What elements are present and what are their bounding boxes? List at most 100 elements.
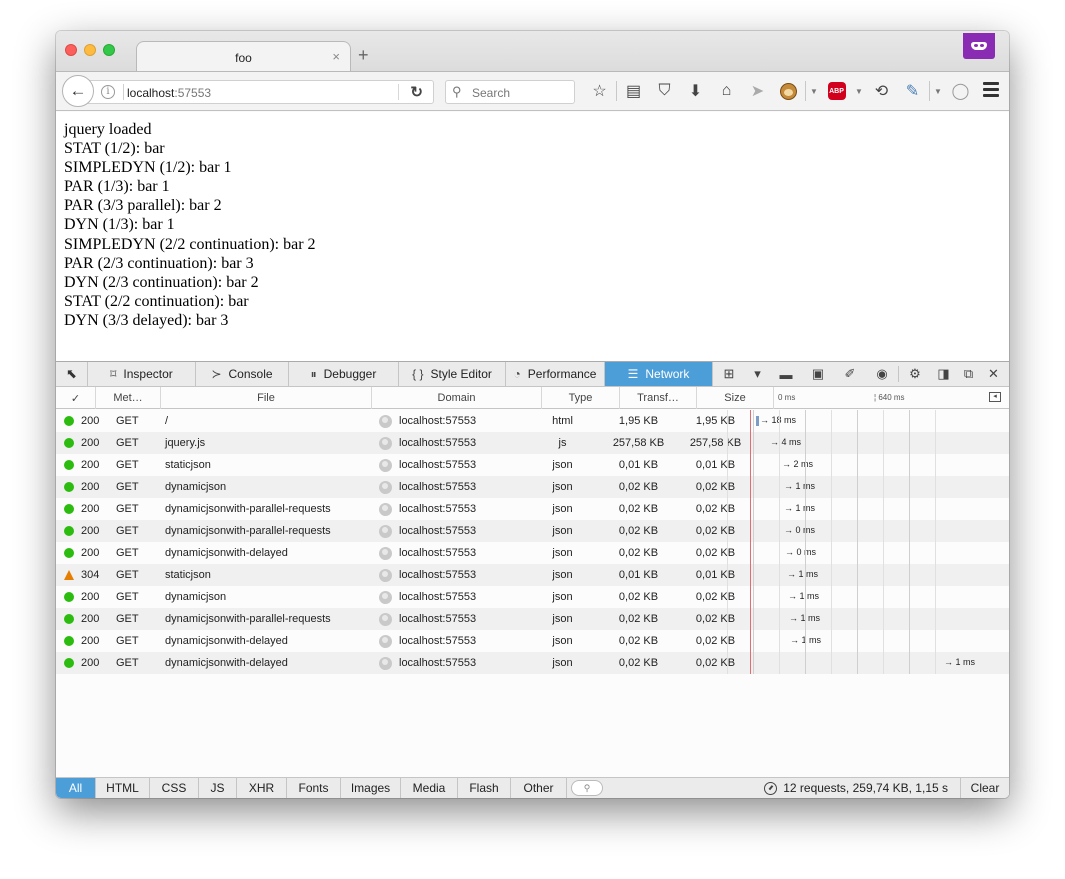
column-file[interactable]: File — [161, 387, 372, 409]
url-bar[interactable]: i localhost:57553 ↻ — [86, 80, 434, 104]
print-edit-icon[interactable]: ✎ — [897, 78, 928, 104]
filter-css[interactable]: CSS — [150, 778, 199, 798]
table-row[interactable]: 200 GET dynamicjsonwith-parallel-requests l… — [56, 608, 1009, 630]
column-transferred[interactable]: Transf… — [620, 387, 697, 409]
globe-icon — [379, 480, 392, 494]
settings-gear-icon[interactable]: ⚙ — [899, 362, 931, 386]
frame-select-icon[interactable]: ⊞ — [713, 362, 745, 386]
filter-other[interactable]: Other — [511, 778, 567, 798]
table-row[interactable]: 200 GET staticjson localhost:57553 json 0,01 … — [56, 454, 1009, 476]
close-devtools-icon[interactable]: ✕ — [981, 362, 1006, 386]
search-input[interactable]: ⚲ Search — [445, 80, 575, 104]
file-cell: dynamicjsonwith-delayed — [165, 547, 288, 559]
reload-icon[interactable]: ↻ — [410, 83, 423, 101]
close-window-button[interactable] — [65, 44, 77, 56]
dropdown-arrow-icon[interactable]: ▼ — [852, 78, 866, 104]
dropdown-arrow-icon[interactable]: ▼ — [807, 78, 821, 104]
column-method[interactable]: Met… — [96, 387, 161, 409]
column-domain[interactable]: Domain — [372, 387, 542, 409]
dropdown-arrow-icon[interactable]: ▾ — [745, 362, 770, 386]
element-picker-icon[interactable]: ⬉ — [56, 362, 88, 386]
greasemonkey-icon[interactable] — [773, 78, 804, 104]
status-code: 200 — [81, 547, 100, 559]
dock-side-icon[interactable]: ◨ — [931, 362, 956, 386]
filter-js[interactable]: JS — [199, 778, 237, 798]
responsive-mode-icon[interactable]: ▣ — [802, 362, 834, 386]
table-row[interactable]: 200 GET dynamicjsonwith-parallel-requests l… — [56, 498, 1009, 520]
type-cell: json — [552, 547, 573, 559]
reading-list-icon[interactable]: ▤ — [618, 78, 649, 104]
method-cell: GET — [116, 547, 139, 559]
waterfall-tick-640: ¦ 640 ms — [874, 393, 905, 402]
table-row[interactable]: 304 GET staticjson localhost:57553 json 0,01 … — [56, 564, 1009, 586]
menu-icon[interactable] — [983, 82, 999, 100]
chat-bubble-icon[interactable]: ◯ — [945, 78, 976, 104]
dropdown-arrow-icon[interactable]: ▼ — [931, 78, 945, 104]
browser-tab[interactable]: foo × — [136, 41, 351, 73]
status-ok-icon — [64, 460, 74, 470]
split-console-icon[interactable]: ▬ — [770, 362, 802, 386]
table-row[interactable]: 200 GET jquery.js localhost:57553 js 257,58 K… — [56, 432, 1009, 454]
tab-console[interactable]: ≻ Console — [196, 362, 289, 386]
tab-inspector[interactable]: ⌑ Inspector — [88, 362, 196, 386]
back-button[interactable]: ← — [62, 75, 94, 107]
content-line: SIMPLEDYN (2/2 continuation): bar 2 — [64, 235, 316, 253]
table-row[interactable]: 200 GET dynamicjson localhost:57553 json 0,02… — [56, 586, 1009, 608]
filter-fonts[interactable]: Fonts — [287, 778, 341, 798]
file-cell: dynamicjson — [165, 591, 227, 603]
column-size[interactable]: Size — [697, 387, 774, 409]
table-row[interactable]: 200 GET / localhost:57553 html 1,95 KB 1,95 KB… — [56, 410, 1009, 432]
search-icon: ⚲ — [452, 84, 462, 99]
waterfall-cell: → 1 ms — [754, 564, 1009, 586]
tab-style-editor[interactable]: { } Style Editor — [399, 362, 506, 386]
minimize-window-button[interactable] — [84, 44, 96, 56]
send-icon[interactable]: ➤ — [742, 78, 773, 104]
filter-xhr[interactable]: XHR — [237, 778, 287, 798]
waterfall-cell: → 1 ms — [754, 586, 1009, 608]
table-row[interactable]: 200 GET dynamicjsonwith-delayed localhost:5… — [56, 542, 1009, 564]
adblock-plus-icon[interactable]: ABP — [821, 78, 852, 104]
filter-flash[interactable]: Flash — [458, 778, 511, 798]
download-icon[interactable]: ⬇ — [680, 78, 711, 104]
column-type[interactable]: Type — [542, 387, 620, 409]
eyedropper-icon[interactable]: ✐ — [834, 362, 866, 386]
filter-html[interactable]: HTML — [96, 778, 150, 798]
tab-debugger[interactable]: ⏸ Debugger — [289, 362, 399, 386]
home-icon[interactable]: ⌂ — [711, 78, 742, 104]
collapse-waterfall-icon[interactable]: ◂ — [989, 392, 1001, 402]
filter-all[interactable]: All — [56, 778, 96, 798]
zoom-window-button[interactable] — [103, 44, 115, 56]
table-row[interactable]: 200 GET dynamicjson localhost:57553 json 0,02… — [56, 476, 1009, 498]
table-row[interactable]: 200 GET dynamicjsonwith-parallel-requests l… — [56, 520, 1009, 542]
method-cell: GET — [116, 459, 139, 471]
screenshot-icon[interactable]: ◉ — [866, 362, 898, 386]
tab-close-icon[interactable]: × — [332, 49, 340, 64]
status-ok-icon — [64, 548, 74, 558]
status-ok-icon — [64, 592, 74, 602]
undock-window-icon[interactable]: ⧉ — [956, 362, 981, 386]
table-row[interactable]: 200 GET dynamicjsonwith-delayed localhost:5… — [56, 630, 1009, 652]
tab-performance[interactable]: ◔ Performance — [506, 362, 605, 386]
filter-media[interactable]: Media — [401, 778, 458, 798]
column-waterfall[interactable]: 0 ms ¦ 640 ms ◂ — [774, 387, 1009, 409]
timing-label: → 1 ms — [787, 569, 819, 579]
table-row[interactable]: 200 GET dynamicjsonwith-delayed localhost:5… — [56, 652, 1009, 674]
transferred-cell: 0,02 KB — [618, 481, 659, 493]
debugger-icon: ⏸ — [310, 366, 317, 381]
filter-search-input[interactable]: ⚲ — [571, 780, 603, 796]
column-status[interactable]: ✓ — [56, 387, 96, 409]
tab-network[interactable]: ☰ Network — [605, 362, 713, 386]
new-tab-button[interactable]: + — [358, 45, 369, 66]
clear-button[interactable]: Clear — [961, 778, 1009, 798]
status-warning-icon — [64, 570, 74, 580]
status-code: 200 — [81, 459, 100, 471]
bookmark-star-icon[interactable]: ☆ — [584, 78, 615, 104]
method-cell: GET — [116, 481, 139, 493]
performance-icon: ◔ — [513, 367, 521, 381]
pocket-icon[interactable]: ⛉ — [649, 78, 680, 104]
site-info-icon[interactable]: i — [101, 85, 115, 99]
filter-images[interactable]: Images — [341, 778, 401, 798]
history-icon[interactable]: ⟲ — [866, 78, 897, 104]
domain-text: localhost:57553 — [399, 613, 477, 625]
url-text[interactable]: localhost:57553 — [127, 86, 211, 100]
